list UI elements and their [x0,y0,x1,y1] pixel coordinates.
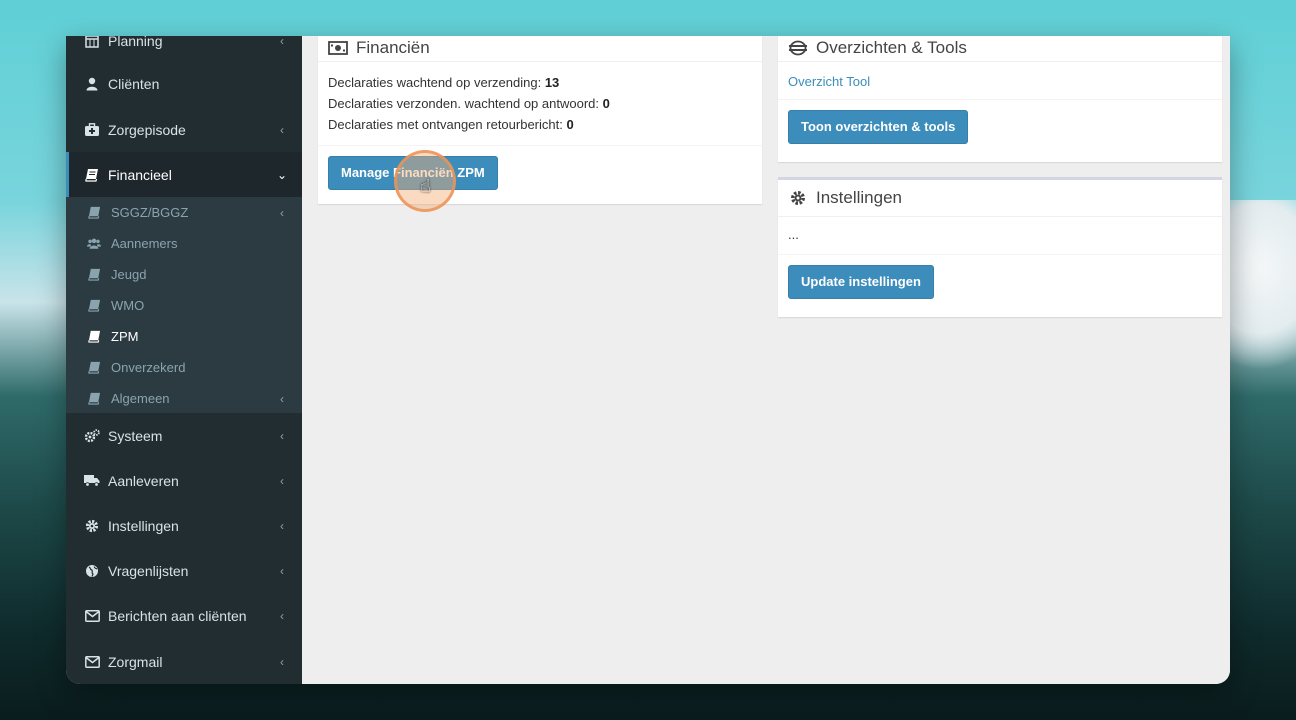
sidebar-item-financieel[interactable]: Financieel ⌄ [66,152,305,197]
submenu-item-wmo[interactable]: WMO [66,290,302,321]
sidebar-item-planning[interactable]: Planning ‹ [66,36,302,63]
instellingen-box: Instellingen ... Update instellingen [778,177,1222,317]
stat-value: 0 [566,117,574,132]
stat-row: Declaraties met ontvangen retourbericht:… [328,114,752,135]
chevron-left-icon: ‹ [280,391,284,406]
cogs-icon [84,428,100,444]
sidebar-item-clienten[interactable]: Cliënten [66,61,302,106]
user-icon [84,76,100,92]
submenu-item-onverzekerd[interactable]: Onverzekerd [66,352,302,383]
tools-icon [788,39,808,57]
box-header: Instellingen [778,180,1222,217]
sidebar-item-vragenlijsten[interactable]: Vragenlijsten ‹ [66,548,302,593]
update-instellingen-button[interactable]: Update instellingen [788,265,934,299]
money-icon [328,39,348,57]
box-header: Financiën [318,36,762,62]
sidebar-item-label: Systeem [108,427,163,444]
medkit-icon [84,122,100,138]
box-body: Overzicht Tool [778,62,1222,99]
overzicht-tool-link[interactable]: Overzicht Tool [788,74,870,89]
truck-icon [84,473,100,489]
submenu-item-label: Onverzekerd [111,360,186,375]
chevron-left-icon: ‹ [280,473,284,488]
submenu-item-algemeen[interactable]: Algemeen ‹ [66,383,302,414]
book-icon [87,361,101,375]
stat-row: Declaraties wachtend op verzending: 13 [328,72,752,93]
chevron-left-icon: ‹ [280,563,284,578]
chevron-left-icon: ‹ [280,122,284,137]
stat-value: 13 [544,75,560,90]
sidebar-item-label: Zorgepisode [108,121,186,138]
envelope-icon [84,608,100,624]
book-icon [87,268,101,282]
gear-icon [84,518,100,534]
submenu-item-sggz-bggz[interactable]: SGGZ/BGGZ ‹ [66,197,302,228]
box-body: ... [778,217,1222,254]
sidebar-item-instellingen[interactable]: Instellingen ‹ [66,503,302,548]
sidebar-item-label: Instellingen [108,517,179,534]
sidebar: Planning ‹ Cliënten Zorgepisode ‹ Financ… [66,36,305,684]
gear-icon [788,189,808,207]
sidebar-item-zorgepisode[interactable]: Zorgepisode ‹ [66,107,302,152]
toon-overzichten-button[interactable]: Toon overzichten & tools [788,110,969,144]
chevron-down-icon: ⌄ [276,167,287,182]
box-body: Declaraties wachtend op verzending: 13 D… [318,62,762,145]
chevron-left-icon: ‹ [280,654,284,669]
stat-value: 0 [602,96,610,111]
submenu-item-label: Algemeen [111,391,170,406]
hand-cursor-icon: ☝ [420,176,431,196]
envelope-icon [84,654,100,670]
sidebar-item-label: Aanleveren [108,472,179,489]
submenu-item-label: Aannemers [111,236,178,251]
sidebar-item-aanleveren[interactable]: Aanleveren ‹ [66,458,302,503]
submenu-item-jeugd[interactable]: Jeugd [66,259,302,290]
sidebar-item-label: Berichten aan cliënten [108,607,247,624]
sidebar-item-label: Planning [108,36,163,49]
instellingen-text: ... [788,227,799,242]
chevron-left-icon: ‹ [280,608,284,623]
submenu-item-label: ZPM [111,329,139,344]
overzichten-box: Overzichten & Tools Overzicht Tool Toon … [778,36,1222,162]
sidebar-item-label: Financieel [108,166,172,183]
chevron-left-icon: ‹ [280,205,284,220]
users-icon [87,237,101,251]
submenu-item-label: Jeugd [111,267,147,282]
chevron-left-icon: ‹ [280,36,284,48]
sidebar-item-zorgmail[interactable]: Zorgmail ‹ [66,639,302,684]
submenu-item-aannemers[interactable]: Aannemers [66,228,302,259]
financieel-submenu: SGGZ/BGGZ ‹ Aannemers Jeugd WMO ZPM Onve… [66,197,302,413]
submenu-item-zpm[interactable]: ZPM [66,321,302,352]
submenu-item-label: WMO [111,298,145,313]
sidebar-item-systeem[interactable]: Systeem ‹ [66,413,302,458]
book-icon [87,392,101,406]
chevron-left-icon: ‹ [280,428,284,443]
book-icon [84,167,100,183]
box-header: Overzichten & Tools [778,36,1222,62]
main-content: Financiën Declaraties wachtend op verzen… [302,36,1230,684]
box-footer: Manage Financiën ZPM [318,145,762,200]
calendar-icon [84,36,100,49]
sidebar-item-berichten[interactable]: Berichten aan cliënten ‹ [66,593,302,638]
app-window: Planning ‹ Cliënten Zorgepisode ‹ Financ… [66,36,1230,684]
book-icon [87,299,101,313]
stat-label: Declaraties verzonden. wachtend op antwo… [328,96,599,111]
financien-box: Financiën Declaraties wachtend op verzen… [318,36,762,204]
box-footer: Update instellingen [778,254,1222,309]
globe-icon [84,563,100,579]
sidebar-item-label: Vragenlijsten [108,562,189,579]
box-footer: Toon overzichten & tools [778,99,1222,154]
box-title: Instellingen [816,188,903,207]
submenu-item-label: SGGZ/BGGZ [111,205,189,220]
sidebar-item-label: Cliënten [108,75,160,92]
stat-label: Declaraties wachtend op verzending: [328,75,542,90]
book-icon [87,206,101,220]
stat-label: Declaraties met ontvangen retourbericht: [328,117,563,132]
book-icon [87,330,101,344]
box-title: Overzichten & Tools [816,38,967,57]
sidebar-item-label: Zorgmail [108,653,163,670]
box-title: Financiën [356,38,430,57]
stat-row: Declaraties verzonden. wachtend op antwo… [328,93,752,114]
chevron-left-icon: ‹ [280,518,284,533]
